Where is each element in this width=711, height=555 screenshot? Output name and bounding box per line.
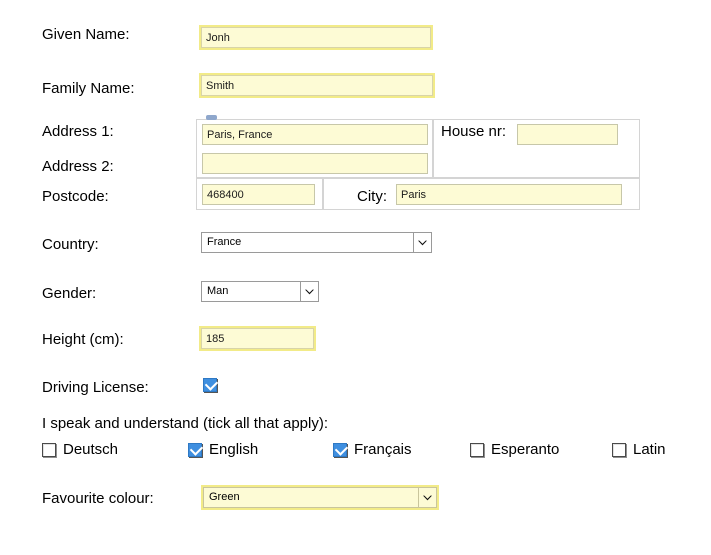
country-select[interactable]: France: [201, 232, 432, 253]
house-nr-label: House nr:: [441, 123, 507, 140]
deutsch-checkbox[interactable]: [42, 443, 56, 457]
deutsch-label: Deutsch: [63, 441, 119, 458]
family-name-label: Family Name:: [42, 80, 135, 97]
height-input[interactable]: [199, 326, 316, 351]
francais-checkbox[interactable]: [333, 442, 349, 457]
english-checkbox[interactable]: [188, 442, 204, 457]
city-input[interactable]: [396, 184, 622, 205]
esperanto-label: Esperanto: [491, 441, 560, 458]
address-2-label: Address 2:: [42, 158, 114, 175]
address-1-label: Address 1:: [42, 123, 114, 140]
postcode-label: Postcode:: [42, 188, 109, 205]
autofill-marker-icon: [206, 115, 217, 120]
languages-legend: I speak and understand (tick all that ap…: [42, 415, 328, 432]
chevron-down-icon: [300, 282, 318, 301]
language-option-deutsch[interactable]: Deutsch: [42, 441, 118, 459]
country-select-value: France: [207, 236, 242, 248]
language-option-esperanto[interactable]: Esperanto: [470, 441, 559, 459]
address-2-input[interactable]: [202, 153, 428, 174]
favourite-colour-select-value: Green: [209, 491, 240, 503]
language-option-latin[interactable]: Latin: [612, 441, 666, 459]
language-option-francais[interactable]: Français: [333, 441, 412, 459]
language-option-english[interactable]: English: [188, 441, 258, 459]
given-name-label: Given Name:: [42, 26, 130, 43]
checkmark-icon: [189, 442, 204, 456]
house-nr-input[interactable]: [517, 124, 618, 145]
postcode-input[interactable]: [202, 184, 315, 205]
gender-select-value: Man: [207, 285, 229, 297]
latin-label: Latin: [633, 441, 666, 458]
country-label: Country:: [42, 236, 99, 253]
gender-label: Gender:: [42, 285, 97, 302]
gender-select[interactable]: Man: [201, 281, 319, 302]
favourite-colour-select[interactable]: Green: [201, 485, 439, 510]
chevron-down-icon: [413, 233, 431, 252]
favourite-colour-label: Favourite colour:: [42, 490, 154, 507]
chevron-down-icon: [418, 488, 436, 507]
checkmark-icon: [334, 442, 349, 456]
height-label: Height (cm):: [42, 331, 124, 348]
francais-label: Français: [354, 441, 412, 458]
latin-checkbox[interactable]: [612, 443, 626, 457]
driving-license-label: Driving License:: [42, 379, 149, 396]
city-label: City:: [357, 188, 387, 205]
address-1-input[interactable]: [202, 124, 428, 145]
given-name-input[interactable]: [199, 25, 433, 50]
checkmark-icon: [204, 377, 219, 391]
esperanto-checkbox[interactable]: [470, 443, 484, 457]
driving-license-checkbox[interactable]: [203, 377, 219, 392]
english-label: English: [209, 441, 259, 458]
family-name-input[interactable]: [199, 73, 435, 98]
